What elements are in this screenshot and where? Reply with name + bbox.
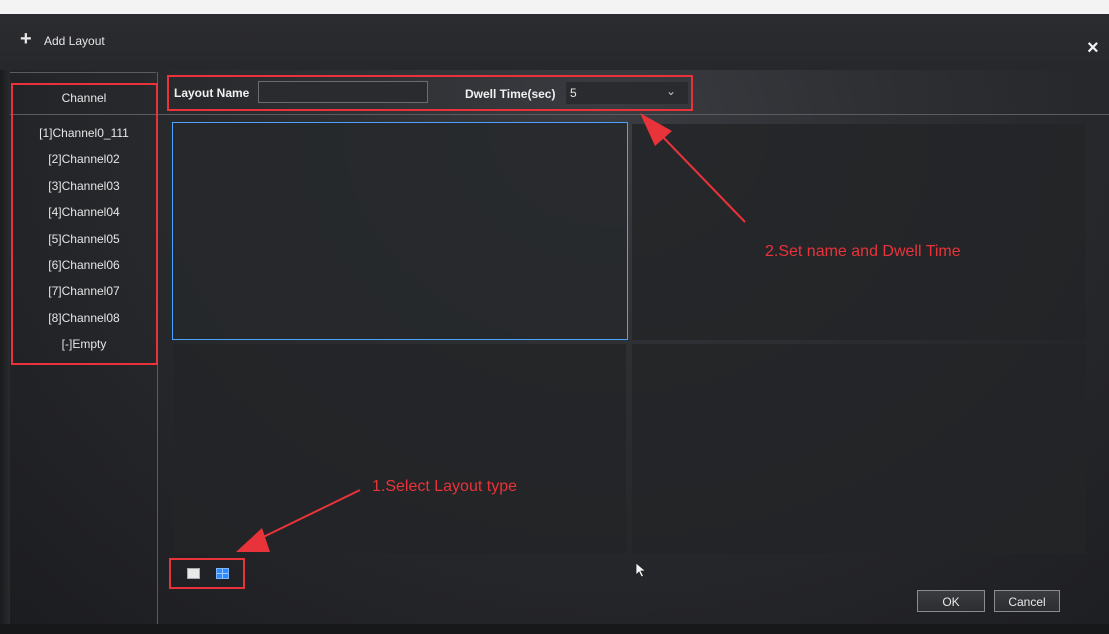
ok-button[interactable]: OK [917,590,985,612]
close-icon[interactable]: × [1087,38,1099,58]
screen-bezel-bottom [0,624,1109,634]
photo-top-border [0,0,1109,14]
cancel-button[interactable]: Cancel [994,590,1060,612]
screen-bezel-left [0,70,10,634]
annotation-box-form [167,75,693,111]
form-divider [158,114,1109,115]
layout-cell-3[interactable] [174,344,626,554]
annotation-box-channels [11,83,158,365]
annotation-step1-text: 1.Select Layout type [372,478,517,495]
annotation-box-layout-type [169,558,245,589]
dialog-titlebar [0,14,1109,70]
layout-cell-1[interactable] [172,122,628,340]
plus-icon: + [20,28,32,50]
layout-cell-4[interactable] [632,344,1086,554]
screen: + Add Layout × Channel [1]Channel0_111 [… [0,0,1109,634]
dialog-title: Add Layout [44,34,105,48]
annotation-step2-text: 2.Set name and Dwell Time [765,243,961,260]
mouse-cursor-icon [635,562,647,578]
layout-cell-2[interactable] [632,124,1086,340]
channel-panel-top-divider [10,72,156,73]
